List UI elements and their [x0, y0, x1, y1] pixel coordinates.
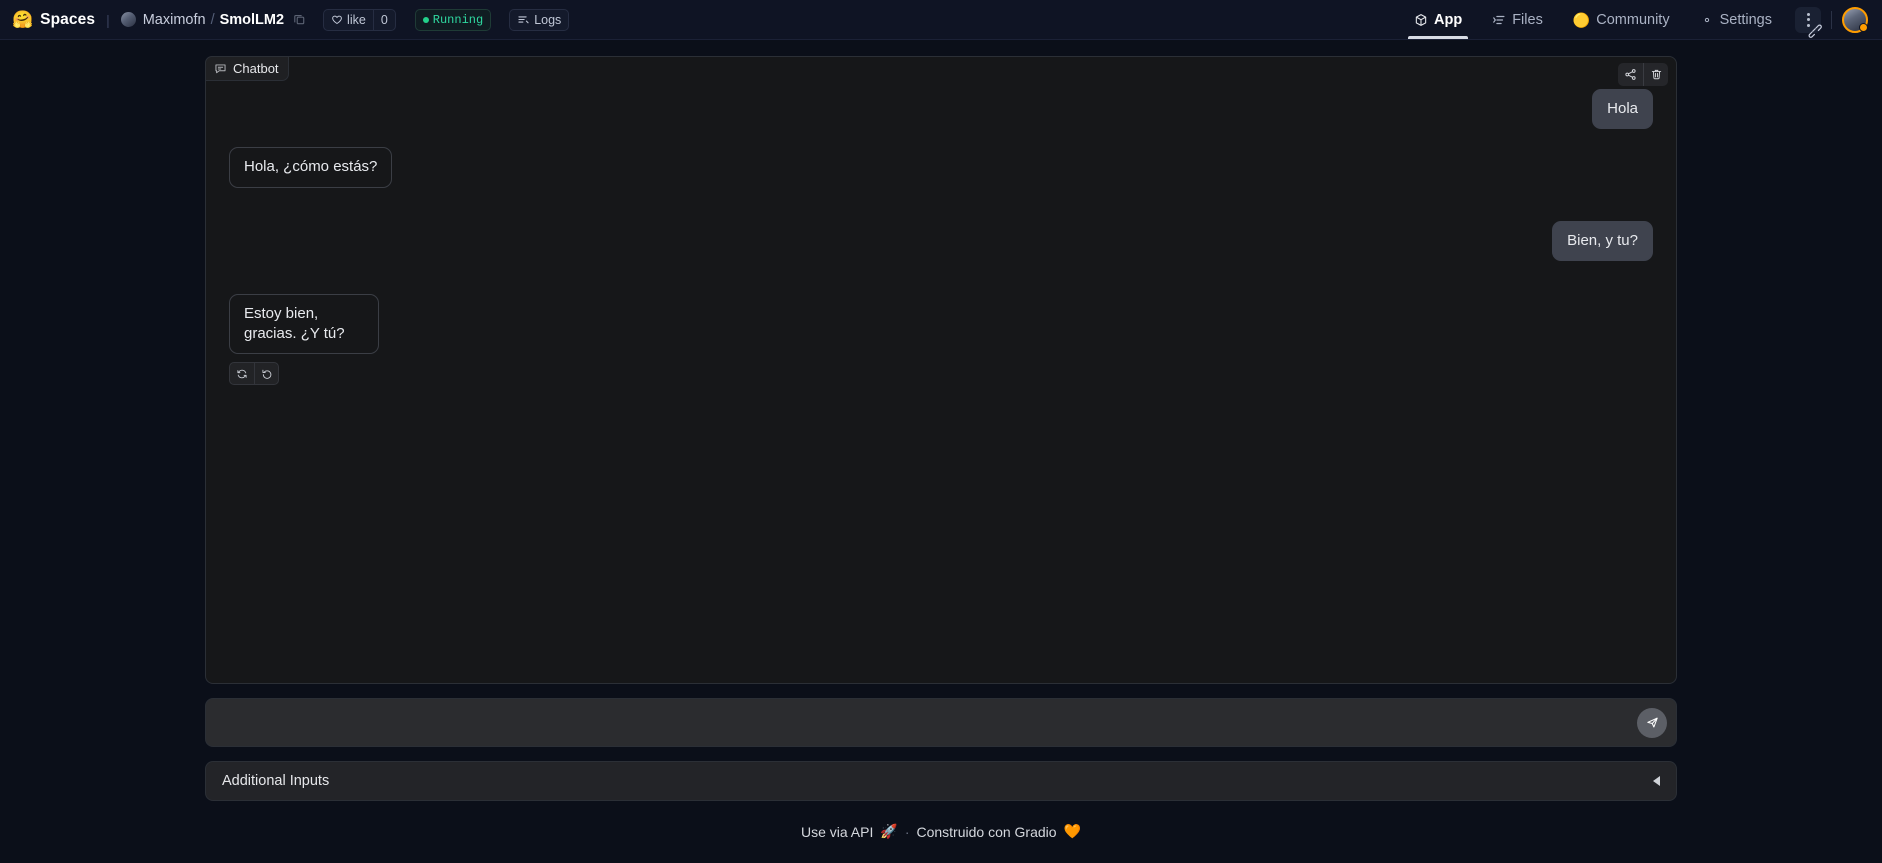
additional-inputs-accordion[interactable]: Additional Inputs	[205, 761, 1677, 801]
retry-icon[interactable]	[230, 363, 254, 384]
files-icon	[1493, 15, 1505, 24]
avatar[interactable]	[1842, 6, 1868, 33]
site-header: 🤗 Spaces | Maximofn / SmolLM2 like 0 Run…	[0, 0, 1882, 40]
chat-message-user: Bien, y tu?	[229, 220, 1653, 261]
share-icon[interactable]	[1618, 63, 1643, 86]
copy-icon[interactable]	[293, 13, 306, 26]
breadcrumb: Maximofn / SmolLM2	[143, 12, 306, 28]
spaces-product-link[interactable]: Spaces	[40, 11, 95, 29]
message-input-row	[205, 698, 1677, 747]
built-with-gradio-link[interactable]: Construido con Gradio	[916, 824, 1056, 840]
breadcrumb-repo-name[interactable]: SmolLM2	[220, 12, 284, 28]
chat-message-user: Hola	[229, 89, 1653, 130]
chat-message-list[interactable]: Hola Hola, ¿cómo estás? Bien, y tu? Esto…	[207, 83, 1675, 682]
gradio-app: Chatbot Hola Hola, ¿cómo estás? Bien, y …	[205, 56, 1677, 840]
logs-button[interactable]: Logs	[509, 8, 570, 31]
tab-app-label: App	[1434, 11, 1463, 28]
trash-icon[interactable]	[1643, 63, 1668, 86]
community-emoji-icon: 🟡	[1572, 11, 1591, 28]
caret-left-icon[interactable]	[1653, 776, 1660, 786]
kebab-menu-icon[interactable]	[1795, 6, 1822, 38]
app-body: Chatbot Hola Hola, ¿cómo estás? Bien, y …	[0, 40, 1882, 863]
kebab-dot-2	[1806, 18, 1810, 21]
message-input[interactable]	[206, 699, 1676, 746]
hugging-face-emoji-icon[interactable]: 🤗	[12, 11, 33, 28]
bot-message-group: Estoy bien, gracias. ¿Y tú?	[229, 293, 438, 386]
status-segment: Running	[416, 10, 490, 30]
tab-community[interactable]: 🟡 Community	[1558, 0, 1685, 39]
send-paper-plane-icon	[1646, 717, 1658, 728]
use-via-api-link[interactable]: Use via API	[801, 824, 873, 840]
gradio-heart-emoji-icon: 🧡	[1063, 823, 1081, 839]
tab-settings-label: Settings	[1719, 11, 1772, 28]
owner-avatar	[120, 12, 136, 27]
accordion-title: Additional Inputs	[222, 773, 330, 789]
chatbot-label-text: Chatbot	[233, 61, 279, 76]
like-count: 0	[372, 9, 395, 30]
avatar-status-badge	[1859, 22, 1868, 32]
tab-community-label: Community	[1596, 11, 1670, 28]
status-dot-icon	[422, 16, 429, 23]
status-label: Running	[432, 12, 484, 27]
chat-bubble: Estoy bien, gracias. ¿Y tú?	[229, 293, 380, 355]
tab-app[interactable]: App	[1399, 0, 1477, 39]
like-segment[interactable]: like	[324, 10, 373, 30]
logs-icon	[518, 16, 529, 24]
footer-middot: ·	[904, 823, 910, 840]
gear-icon	[1704, 17, 1709, 22]
header-divider: |	[106, 11, 110, 28]
chatbot-panel: Chatbot Hola Hola, ¿cómo estás? Bien, y …	[205, 56, 1677, 684]
status-badge[interactable]: Running	[414, 8, 492, 31]
kebab-dot-3	[1806, 23, 1810, 27]
breadcrumb-owner[interactable]: Maximofn	[143, 12, 206, 28]
tab-files-label: Files	[1512, 11, 1543, 28]
heart-icon	[332, 15, 342, 24]
message-action-bar	[229, 362, 279, 386]
chat-bubble: Bien, y tu?	[1552, 220, 1653, 261]
chatbot-toolbar	[1618, 63, 1668, 86]
chatbot-label: Chatbot	[205, 56, 289, 81]
like-button[interactable]: like 0	[323, 8, 396, 31]
header-vertical-divider	[1831, 10, 1832, 29]
chat-bubble: Hola, ¿cómo estás?	[229, 147, 393, 188]
rocket-emoji-icon: 🚀	[880, 823, 898, 839]
like-label: like	[347, 12, 366, 27]
logs-segment[interactable]: Logs	[510, 10, 568, 30]
undo-icon[interactable]	[254, 363, 278, 385]
header-nav: App Files 🟡 Community Settings	[1399, 0, 1872, 39]
box-icon	[1415, 13, 1427, 26]
chat-message-bot: Hola, ¿cómo estás?	[229, 147, 1653, 188]
header-left-group: 🤗 Spaces | Maximofn / SmolLM2 like 0 Run…	[12, 8, 570, 31]
gradio-footer: Use via API 🚀 · Construido con Gradio 🧡	[205, 823, 1677, 840]
tab-settings[interactable]: Settings	[1685, 0, 1787, 39]
tab-files[interactable]: Files	[1477, 0, 1558, 39]
chat-bubble-icon	[215, 64, 226, 74]
chat-message-bot: Estoy bien, gracias. ¿Y tú?	[229, 293, 1653, 386]
logs-label: Logs	[534, 12, 562, 27]
send-button[interactable]	[1637, 707, 1667, 738]
chat-bubble: Hola	[1592, 89, 1653, 130]
breadcrumb-slash: /	[210, 11, 215, 28]
kebab-dot-1	[1806, 12, 1810, 16]
